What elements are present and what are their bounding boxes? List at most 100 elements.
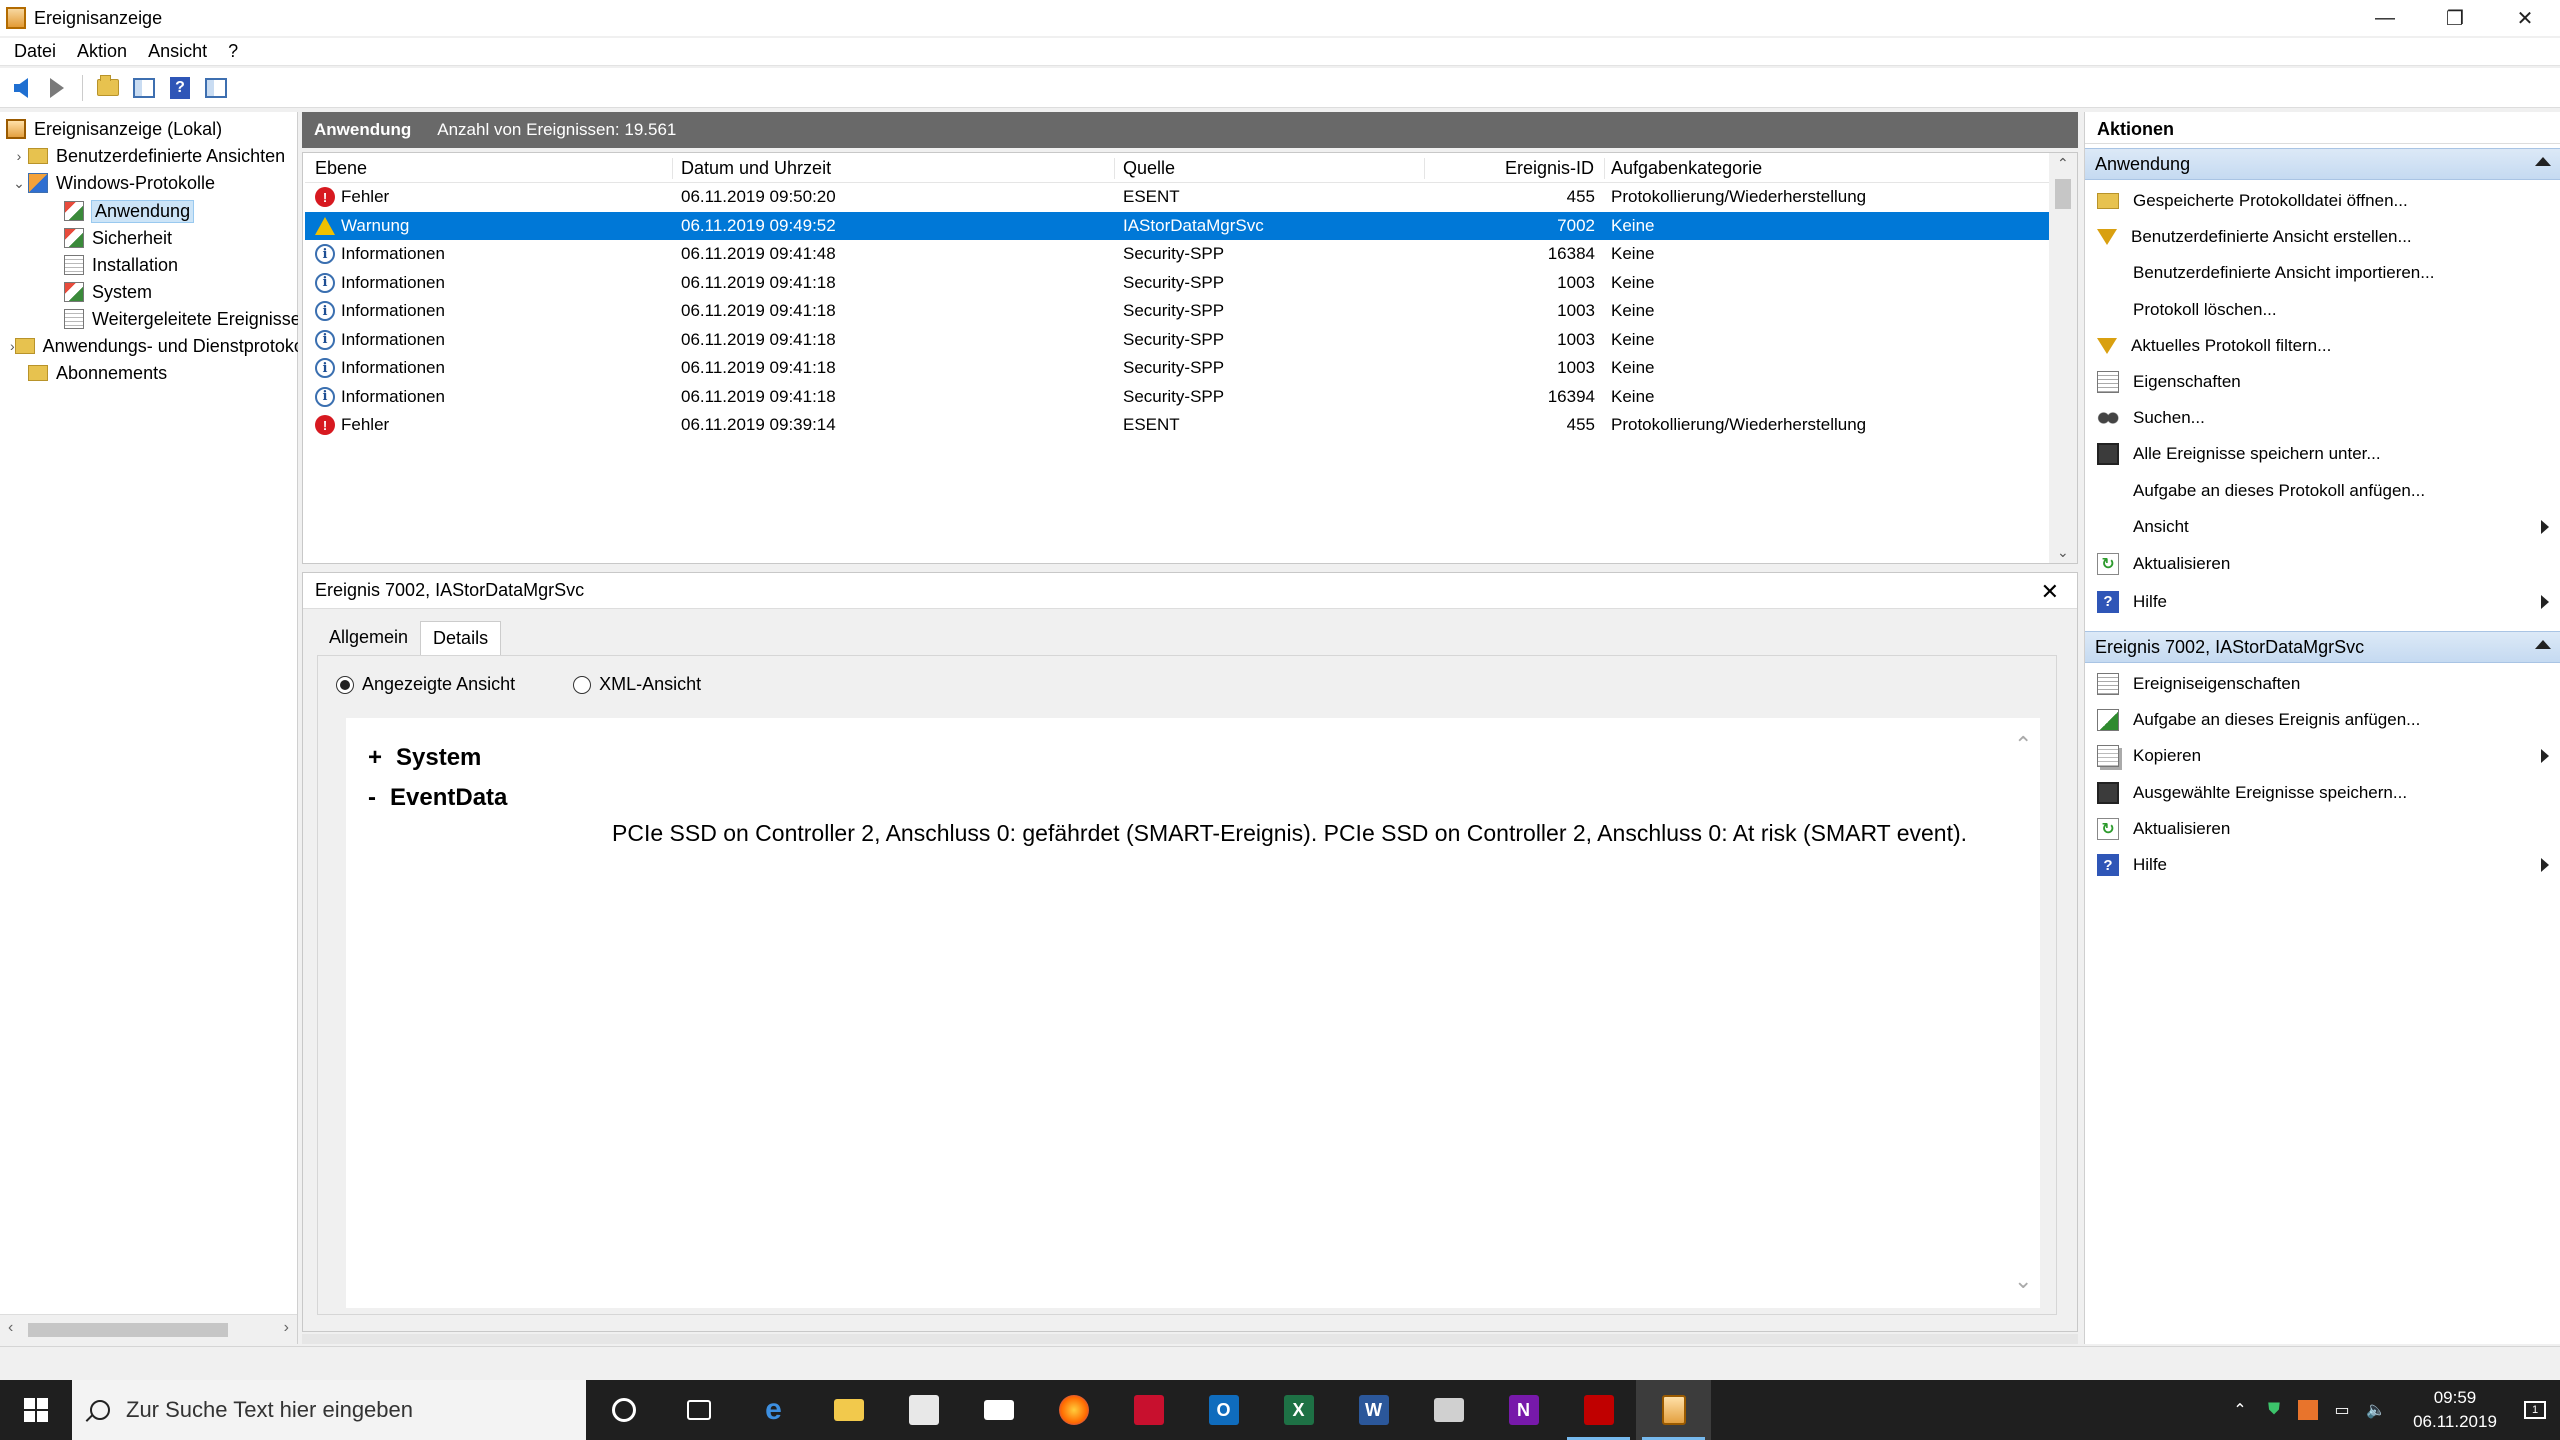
- node-eventdata[interactable]: - EventData: [368, 784, 507, 812]
- action-item[interactable]: Alle Ereignisse speichern unter...: [2085, 437, 2560, 471]
- event-row[interactable]: ! Fehler 06.11.2019 09:39:14 ESENT 455 Protok…: [305, 411, 2049, 440]
- column-header-task-category[interactable]: Aufgabenkategorie: [1605, 158, 2049, 179]
- up-folder-button[interactable]: [93, 73, 123, 103]
- event-row[interactable]: i Informationen 06.11.2019 09:41:18 Securit…: [305, 354, 2049, 383]
- column-header-date[interactable]: Datum und Uhrzeit: [673, 158, 1115, 179]
- action-item[interactable]: Ansicht: [2085, 510, 2560, 544]
- taskbar-event-viewer[interactable]: [1636, 1380, 1711, 1440]
- close-icon[interactable]: ✕: [2041, 579, 2059, 605]
- action-item[interactable]: Ereigniseigenschaften: [2085, 667, 2560, 701]
- action-item[interactable]: Aufgabe an dieses Ereignis anfügen...: [2085, 703, 2560, 737]
- close-window-button[interactable]: ✕: [2490, 0, 2560, 36]
- tree-item-system[interactable]: System: [64, 279, 298, 305]
- show-hidden-icons-chevron-icon[interactable]: ⌃: [2230, 1400, 2250, 1420]
- forward-button[interactable]: [42, 73, 72, 103]
- scroll-left-icon[interactable]: ‹: [8, 1319, 13, 1337]
- scroll-up-icon[interactable]: ⌃: [2057, 155, 2069, 172]
- menu-aktion[interactable]: Aktion: [69, 41, 140, 62]
- nav-horizontal-scrollbar[interactable]: ‹ ›: [0, 1314, 297, 1344]
- action-item[interactable]: Ausgewählte Ereignisse speichern...: [2085, 776, 2560, 810]
- actions-section-header[interactable]: Anwendung: [2085, 148, 2560, 180]
- start-button[interactable]: [0, 1380, 72, 1440]
- taskbar-outlook[interactable]: O: [1186, 1380, 1261, 1440]
- center-horizontal-scrollbar[interactable]: [302, 1334, 2078, 1344]
- event-row[interactable]: ! Fehler 06.11.2019 09:50:20 ESENT 455 Protok…: [305, 183, 2049, 212]
- tree-item-windows-logs[interactable]: ⌄ Windows-Protokolle: [10, 170, 298, 196]
- menu-ansicht[interactable]: Ansicht: [140, 41, 220, 62]
- scroll-down-icon[interactable]: ⌄: [2014, 1268, 2032, 1294]
- event-row[interactable]: i Informationen 06.11.2019 09:41:18 Securit…: [305, 269, 2049, 298]
- column-header-source[interactable]: Quelle: [1115, 158, 1425, 179]
- action-item[interactable]: Benutzerdefinierte Ansicht erstellen...: [2085, 220, 2560, 254]
- minimize-button[interactable]: —: [2350, 0, 2420, 36]
- menu-help[interactable]: ?: [220, 41, 251, 62]
- taskbar-mail[interactable]: [961, 1380, 1036, 1440]
- radio-checked-icon[interactable]: [336, 675, 354, 694]
- action-item[interactable]: ? Hilfe: [2085, 585, 2560, 619]
- action-item[interactable]: Protokoll löschen...: [2085, 293, 2560, 327]
- scroll-up-icon[interactable]: ⌃: [2014, 732, 2032, 758]
- collapse-arrow-icon[interactable]: [2535, 640, 2551, 649]
- action-item[interactable]: Eigenschaften: [2085, 365, 2560, 399]
- expand-chevron-icon[interactable]: ›: [10, 148, 28, 164]
- action-item[interactable]: ↻ Aktualisieren: [2085, 812, 2560, 846]
- action-item[interactable]: Aktuelles Protokoll filtern...: [2085, 329, 2560, 363]
- tray-app-icon[interactable]: [2298, 1400, 2318, 1420]
- column-header-level[interactable]: Ebene: [305, 158, 673, 179]
- taskbar-search-box[interactable]: Zur Suche Text hier eingeben: [72, 1380, 586, 1440]
- node-system[interactable]: + System: [368, 744, 481, 772]
- expand-toggle[interactable]: +: [368, 744, 382, 772]
- taskbar-excel[interactable]: X: [1261, 1380, 1336, 1440]
- action-item[interactable]: Gespeicherte Protokolldatei öffnen...: [2085, 184, 2560, 218]
- help-button[interactable]: ?: [165, 73, 195, 103]
- radio-xml-view[interactable]: XML-Ansicht: [573, 674, 701, 695]
- taskbar-firefox[interactable]: [1036, 1380, 1111, 1440]
- action-item[interactable]: Kopieren: [2085, 739, 2560, 773]
- volume-icon[interactable]: 🔈: [2366, 1400, 2386, 1420]
- collapse-toggle[interactable]: -: [368, 784, 376, 812]
- taskbar-acrobat[interactable]: [1111, 1380, 1186, 1440]
- show-hide-action-pane-button[interactable]: [201, 73, 231, 103]
- action-item[interactable]: Benutzerdefinierte Ansicht importieren..…: [2085, 256, 2560, 290]
- taskbar-remote[interactable]: [1411, 1380, 1486, 1440]
- security-shield-icon[interactable]: ⛊: [2264, 1400, 2284, 1420]
- actions-section-header[interactable]: Ereignis 7002, IAStorDataMgrSvc: [2085, 631, 2560, 663]
- scroll-right-icon[interactable]: ›: [284, 1319, 289, 1337]
- scrollbar-thumb[interactable]: [2055, 179, 2071, 209]
- taskbar-explorer[interactable]: [811, 1380, 886, 1440]
- clock[interactable]: 09:59 06.11.2019: [2400, 1386, 2510, 1434]
- tab-general[interactable]: Allgemein: [317, 621, 420, 655]
- event-row[interactable]: i Informationen 06.11.2019 09:41:18 Securit…: [305, 297, 2049, 326]
- taskbar-app-red[interactable]: [1561, 1380, 1636, 1440]
- task-view-button[interactable]: [661, 1380, 736, 1440]
- network-icon[interactable]: ▭: [2332, 1400, 2352, 1420]
- event-row[interactable]: i Informationen 06.11.2019 09:41:18 Securit…: [305, 326, 2049, 355]
- events-vertical-scrollbar[interactable]: ⌃ ⌄: [2049, 153, 2077, 563]
- tree-item-security[interactable]: Sicherheit: [64, 225, 298, 251]
- taskbar-edge[interactable]: e: [736, 1380, 811, 1440]
- event-row[interactable]: Warnung 06.11.2019 09:49:52 IAStorDataMgrS…: [305, 211, 2049, 240]
- collapse-arrow-icon[interactable]: [2535, 157, 2551, 166]
- scrollbar-thumb[interactable]: [28, 1323, 228, 1337]
- maximize-button[interactable]: ❐: [2420, 0, 2490, 36]
- scroll-down-icon[interactable]: ⌄: [2057, 544, 2069, 561]
- notifications-icon[interactable]: 1: [2524, 1401, 2546, 1419]
- tree-item-app-service-logs[interactable]: › Anwendungs- und Dienstprotokolle: [10, 333, 298, 359]
- radio-friendly-view[interactable]: Angezeigte Ansicht: [336, 674, 515, 695]
- detail-vertical-scrollbar[interactable]: ⌃ ⌄: [2010, 718, 2036, 1308]
- column-header-event-id[interactable]: Ereignis-ID: [1425, 158, 1605, 179]
- action-item[interactable]: ↻ Aktualisieren: [2085, 547, 2560, 581]
- menu-datei[interactable]: Datei: [6, 41, 69, 62]
- tree-item-subscriptions[interactable]: Abonnements: [10, 360, 298, 386]
- taskbar-onenote[interactable]: N: [1486, 1380, 1561, 1440]
- show-hide-console-tree-button[interactable]: [129, 73, 159, 103]
- tree-item-root[interactable]: Ereignisanzeige (Lokal): [6, 116, 296, 142]
- tree-item-setup[interactable]: Installation: [64, 252, 298, 278]
- action-item[interactable]: Suchen...: [2085, 401, 2560, 435]
- taskbar-store[interactable]: [886, 1380, 961, 1440]
- action-item[interactable]: Aufgabe an dieses Protokoll anfügen...: [2085, 474, 2560, 508]
- action-item[interactable]: ? Hilfe: [2085, 848, 2560, 882]
- event-row[interactable]: i Informationen 06.11.2019 09:41:18 Securit…: [305, 383, 2049, 412]
- cortana-button[interactable]: [586, 1380, 661, 1440]
- collapse-chevron-icon[interactable]: ⌄: [10, 175, 28, 192]
